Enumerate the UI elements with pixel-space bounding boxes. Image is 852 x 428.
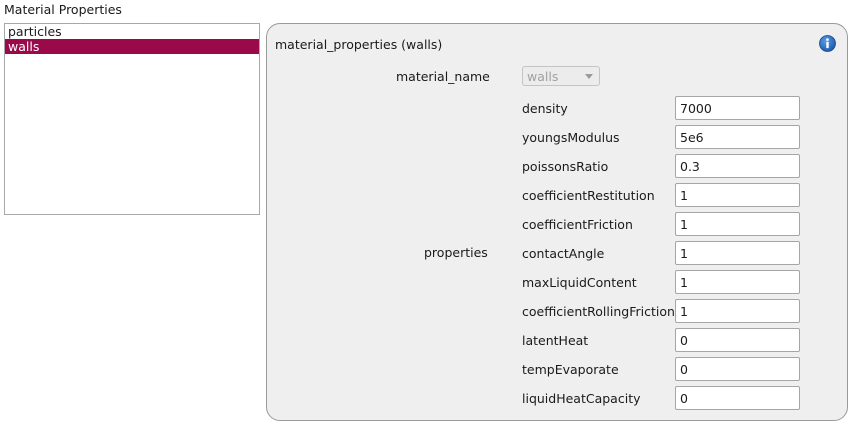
- list-item-walls[interactable]: walls: [5, 39, 259, 54]
- property-name: latentHeat: [522, 333, 589, 348]
- property-name: poissonsRatio: [522, 159, 609, 174]
- property-name: density: [522, 101, 568, 116]
- property-row-latentHeat: latentHeat: [522, 328, 802, 352]
- property-name: coefficientRestitution: [522, 188, 655, 203]
- property-row-maxLiquidContent: maxLiquidContent: [522, 270, 802, 294]
- contact-angle-field[interactable]: [675, 241, 800, 265]
- property-name: coefficientFriction: [522, 217, 633, 232]
- density-field[interactable]: [675, 96, 800, 120]
- property-row-youngsModulus: youngsModulus: [522, 125, 802, 149]
- liquid-heat-capacity-field[interactable]: [675, 386, 800, 410]
- poissons-ratio-field[interactable]: [675, 154, 800, 178]
- material-name-select[interactable]: walls: [522, 66, 600, 86]
- chevron-down-icon: [585, 74, 593, 79]
- property-row-density: density: [522, 96, 802, 120]
- property-row-tempEvaporate: tempEvaporate: [522, 357, 802, 381]
- property-row-liquidHeatCapacity: liquidHeatCapacity: [522, 386, 802, 410]
- panel-title: material_properties (walls): [275, 37, 443, 52]
- material-properties-panel: material_properties (walls) material_nam…: [266, 23, 848, 421]
- materials-list[interactable]: particles walls: [4, 23, 260, 215]
- property-name: liquidHeatCapacity: [522, 391, 641, 406]
- property-name: maxLiquidContent: [522, 275, 637, 290]
- youngs-modulus-field[interactable]: [675, 125, 800, 149]
- max-liquid-content-field[interactable]: [675, 270, 800, 294]
- material-name-label: material_name: [396, 69, 490, 84]
- latent-heat-field[interactable]: [675, 328, 800, 352]
- property-row-contactAngle: contactAngle: [522, 241, 802, 265]
- property-name: coefficientRollingFriction: [522, 304, 675, 319]
- coefficient-restitution-field[interactable]: [675, 183, 800, 207]
- property-name: tempEvaporate: [522, 362, 619, 377]
- property-row-coefficientFriction: coefficientFriction: [522, 212, 802, 236]
- list-item-particles[interactable]: particles: [5, 24, 259, 39]
- info-icon[interactable]: [819, 35, 836, 52]
- property-name: youngsModulus: [522, 130, 620, 145]
- material-name-value: walls: [527, 69, 559, 84]
- property-name: contactAngle: [522, 246, 605, 261]
- coefficient-friction-field[interactable]: [675, 212, 800, 236]
- section-title: Material Properties: [4, 2, 122, 17]
- property-row-coefficientRestitution: coefficientRestitution: [522, 183, 802, 207]
- properties-label: properties: [424, 245, 488, 260]
- coefficient-rolling-friction-field[interactable]: [675, 299, 800, 323]
- property-row-coefficientRollingFriction: coefficientRollingFriction: [522, 299, 802, 323]
- temp-evaporate-field[interactable]: [675, 357, 800, 381]
- property-row-poissonsRatio: poissonsRatio: [522, 154, 802, 178]
